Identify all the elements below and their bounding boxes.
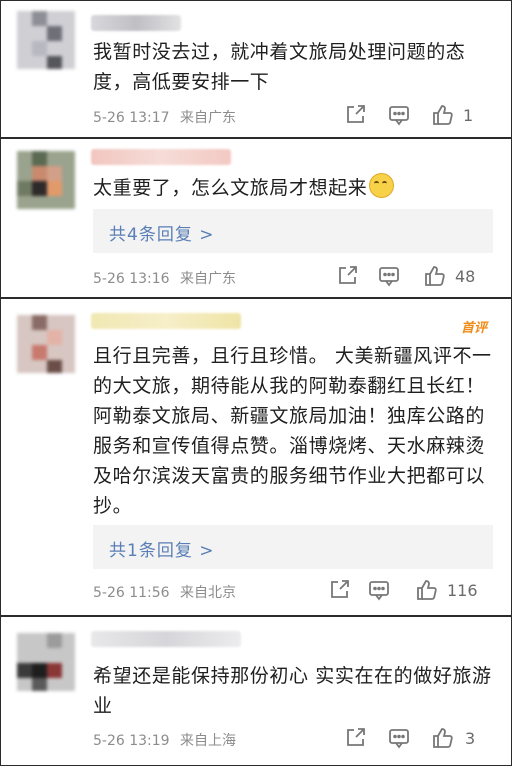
reply-summary-box[interactable]: 共4条回复 > <box>93 209 493 253</box>
smiling-face-emoji <box>369 173 395 198</box>
comment-location: 来自上海 <box>180 733 237 749</box>
comment-icon[interactable] <box>387 726 411 750</box>
thumbs-up-icon[interactable] <box>423 264 447 288</box>
username-redacted[interactable] <box>91 631 241 647</box>
first-comment-badge: 首评 <box>460 321 487 336</box>
avatar[interactable] <box>17 633 75 691</box>
avatar[interactable] <box>17 11 75 69</box>
username-redacted[interactable] <box>91 313 241 329</box>
comment-text: 我暂时没去过，就冲着文旅局处理问题的态度，高低要安排一下 <box>93 41 466 93</box>
avatar[interactable] <box>17 315 75 373</box>
comment-text: 且行且完善，且行且珍惜。 大美新疆风评不一的大文旅，期待能从我的阿勒泰翻红且长红… <box>93 345 492 517</box>
like-count: 1 <box>463 106 474 125</box>
share-icon[interactable] <box>343 726 367 750</box>
comment-actions: 48 <box>335 264 493 290</box>
comment-text: 太重要了，怎么文旅局才想起来 <box>93 173 495 203</box>
reply-summary-box[interactable]: 共1条回复 > <box>93 525 493 569</box>
avatar[interactable] <box>17 151 75 209</box>
comment-icon[interactable] <box>387 103 411 127</box>
thumbs-up-icon[interactable] <box>431 726 455 750</box>
comment-location: 来自广东 <box>180 110 237 126</box>
comment-actions: 1 <box>343 103 493 129</box>
comment-icon[interactable] <box>377 264 401 288</box>
comment-text-content: 太重要了，怎么文旅局才想起来 <box>93 177 368 199</box>
thumbs-up-icon[interactable] <box>415 578 439 602</box>
like-count: 3 <box>465 729 476 748</box>
comment-date: 5-26 13:16 <box>93 271 170 287</box>
share-icon[interactable] <box>327 578 351 602</box>
comment-location: 来自北京 <box>180 585 237 601</box>
comment-date: 5-26 13:17 <box>93 110 170 126</box>
comment-text: 希望还是能保持那份初心 实实在在的做好旅游业 <box>93 665 492 717</box>
like-count: 116 <box>447 581 478 600</box>
comment-location: 来自广东 <box>180 271 237 287</box>
view-replies-link[interactable]: 共1条回复 > <box>109 536 214 561</box>
comment-card-1: 我暂时没去过，就冲着文旅局处理问题的态度，高低要安排一下 5-26 13:17 … <box>0 0 512 138</box>
share-icon[interactable] <box>335 264 359 288</box>
comment-icon[interactable] <box>367 578 391 602</box>
comment-meta: 5-26 13:16 来自广东 <box>93 268 236 288</box>
comment-actions: 116 <box>327 578 493 604</box>
comment-card-4: 希望还是能保持那份初心 实实在在的做好旅游业 5-26 13:19 来自上海 3 <box>0 616 512 766</box>
comment-date: 5-26 13:19 <box>93 733 170 749</box>
comment-card-2: 太重要了，怎么文旅局才想起来 共4条回复 > 5-26 13:16 来自广东 4… <box>0 138 512 298</box>
comment-card-3: 首评 且行且完善，且行且珍惜。 大美新疆风评不一的大文旅，期待能从我的阿勒泰翻红… <box>0 298 512 616</box>
thumbs-up-icon[interactable] <box>431 103 455 127</box>
comment-meta: 5-26 13:19 来自上海 <box>93 730 236 750</box>
comment-meta: 5-26 11:56 来自北京 <box>93 582 236 602</box>
view-replies-link[interactable]: 共4条回复 > <box>109 220 214 245</box>
like-count: 48 <box>455 267 476 286</box>
username-redacted[interactable] <box>91 15 181 31</box>
comment-actions: 3 <box>343 726 493 752</box>
comment-date: 5-26 11:56 <box>93 585 170 601</box>
comment-meta: 5-26 13:17 来自广东 <box>93 107 236 127</box>
share-icon[interactable] <box>343 103 367 127</box>
username-redacted[interactable] <box>91 149 231 165</box>
